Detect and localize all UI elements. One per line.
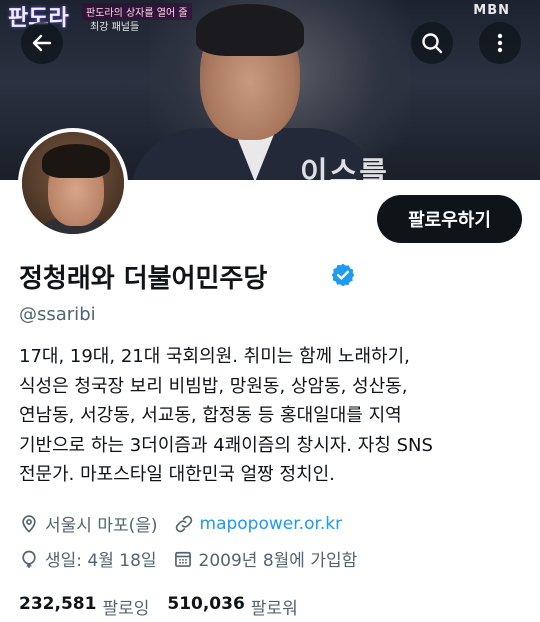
following-label[interactable]: 팔로잉: [102, 594, 149, 619]
profile-meta-location-row: 서울시 마포(을) mapopower.or.kr: [19, 511, 342, 536]
followers-label[interactable]: 팔로워: [251, 594, 298, 619]
followers-count[interactable]: 510,036: [167, 594, 244, 619]
calendar-icon: [174, 551, 191, 567]
link-icon: [175, 515, 192, 532]
arrow-left-icon: [32, 34, 52, 52]
avatar[interactable]: [18, 128, 128, 238]
search-icon: [422, 33, 443, 54]
follow-button[interactable]: 팔로우하기: [377, 195, 522, 243]
birthday-text: 생일: 4월 18일: [45, 551, 157, 571]
back-button[interactable]: [21, 22, 63, 64]
following-count[interactable]: 232,581: [19, 594, 96, 619]
banner-caption: 이스를: [300, 156, 389, 180]
banner-show-subtitle-2: 최강 패널들: [90, 22, 140, 33]
location-text: 서울시 마포(을): [45, 516, 158, 536]
avatar-hair: [42, 144, 110, 178]
user-handle: @ssaribi: [19, 304, 96, 325]
profile-bio: 17대, 19대, 21대 국회의원. 취미는 함께 노래하기, 식성은 청국장…: [19, 346, 433, 485]
banner-channel-logo: MBN: [473, 3, 510, 18]
profile-meta-dates-row: 생일: 4월 18일 2009년 8월에 가입함: [19, 546, 357, 571]
banner-presenter-hair: [196, 4, 304, 56]
more-options-button[interactable]: [479, 22, 521, 64]
follow-stats: 232,581 팔로잉 510,036 팔로워: [19, 594, 316, 619]
verified-badge-icon: [331, 263, 355, 287]
website-link[interactable]: mapopower.or.kr: [200, 514, 343, 534]
location-pin-icon: [22, 514, 36, 533]
balloon-icon: [22, 550, 36, 568]
search-button[interactable]: [411, 22, 453, 64]
more-vertical-icon: [497, 33, 503, 53]
display-name: 정청래와 더불어민주당: [19, 264, 268, 294]
joined-date-text: 2009년 8월에 가입함: [198, 551, 358, 571]
